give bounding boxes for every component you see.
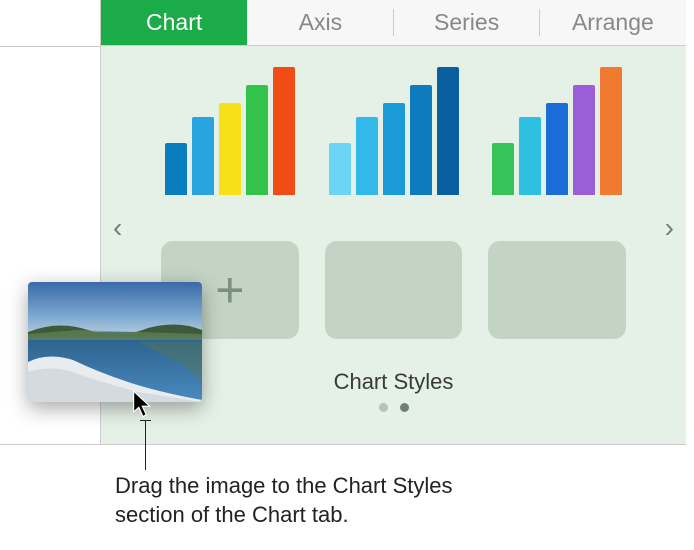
chart-style-3[interactable] — [488, 64, 626, 199]
bar — [383, 103, 405, 195]
bar — [246, 85, 268, 195]
dragged-image-thumbnail[interactable] — [28, 282, 202, 402]
bar — [356, 117, 378, 195]
bar — [492, 143, 514, 195]
panel-tabs: Chart Axis Series Arrange — [101, 0, 686, 46]
bar — [219, 103, 241, 195]
page-dots — [101, 403, 686, 412]
chart-style-1[interactable] — [161, 64, 299, 199]
styles-row — [101, 64, 686, 199]
bar — [437, 67, 459, 195]
empty-style-slot[interactable] — [488, 241, 626, 339]
tab-chart[interactable]: Chart — [101, 0, 247, 45]
bar — [573, 85, 595, 195]
page-dot-active[interactable] — [400, 403, 409, 412]
bar — [165, 143, 187, 195]
tab-series[interactable]: Series — [394, 0, 540, 45]
chevron-right-icon[interactable]: › — [665, 214, 674, 242]
tab-arrange[interactable]: Arrange — [540, 0, 686, 45]
bar — [410, 85, 432, 195]
plus-icon: + — [215, 265, 244, 315]
caption-text: Drag the image to the Chart Styles secti… — [115, 472, 505, 529]
bar — [192, 117, 214, 195]
callout-connector — [145, 420, 146, 470]
bar — [273, 67, 295, 195]
page-dot[interactable] — [379, 403, 388, 412]
bar — [600, 67, 622, 195]
bar — [519, 117, 541, 195]
chart-style-2[interactable] — [325, 64, 463, 199]
empty-style-slot[interactable] — [325, 241, 463, 339]
cursor-icon — [132, 390, 156, 420]
bar — [546, 103, 568, 195]
bar — [329, 143, 351, 195]
chevron-left-icon[interactable]: ‹ — [113, 214, 122, 242]
tab-axis[interactable]: Axis — [247, 0, 393, 45]
